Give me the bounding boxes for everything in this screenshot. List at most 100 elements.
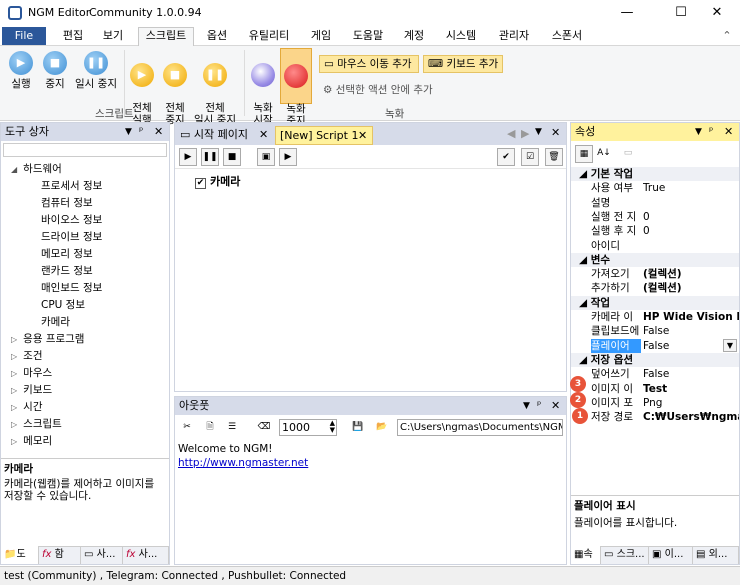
props-tab-2[interactable]: ▣ 이...	[649, 546, 693, 564]
property-pages-icon[interactable]: ▭	[619, 145, 637, 163]
property-row[interactable]: 실행 전 지 0	[571, 210, 739, 224]
run-button[interactable]: ▶ 실행	[6, 51, 36, 90]
pause-all-button[interactable]: ❚❚ 전체 일시 중지	[192, 51, 238, 126]
editor-play-icon[interactable]: ▶	[179, 148, 197, 166]
menu-options[interactable]: 옵션	[202, 28, 232, 46]
menu-file[interactable]: File	[2, 27, 46, 45]
property-row[interactable]: 카메라 이 HP Wide Vision H	[571, 310, 739, 324]
property-section-header[interactable]: ◢ 변수	[571, 252, 739, 267]
toolbox-tree-item[interactable]: 컴퓨터 정보	[41, 195, 93, 211]
keyboard-add-button[interactable]: ⌨ 키보드 추가	[423, 55, 503, 73]
toolbox-tree-item[interactable]: 카메라	[41, 314, 70, 330]
property-row[interactable]: 가져오기 (컬렉션)	[571, 267, 739, 281]
editor-step-next-icon[interactable]: ▶	[279, 148, 297, 166]
list-icon[interactable]: ☰	[223, 419, 241, 437]
toolbox-tree-item[interactable]: ▷ 키보드	[11, 382, 52, 398]
property-row[interactable]: 저장 경로 C:₩Users₩ngma	[571, 410, 739, 424]
property-row[interactable]: 사용 여부 True	[571, 181, 739, 195]
property-row[interactable]: 이미지 포 Png	[571, 396, 739, 410]
collapsed-arrow-icon[interactable]: ▷	[11, 420, 17, 429]
toolbox-tab-3[interactable]: fx 사...	[123, 546, 169, 564]
tab-close-icon[interactable]: ✕	[259, 126, 268, 143]
tools-icon[interactable]: ✂	[178, 419, 196, 437]
folder-icon[interactable]: 📂	[373, 419, 391, 437]
collapsed-arrow-icon[interactable]: ▷	[11, 335, 17, 344]
record-stop-button[interactable]: 녹화 중지	[280, 48, 312, 127]
save-icon[interactable]: 💾	[349, 419, 367, 437]
record-start-button[interactable]: 녹화 시작	[248, 51, 278, 126]
ribbon-collapse-icon[interactable]: ⌃	[720, 28, 734, 46]
tab-start-page[interactable]: ▭ 시작 페이지 ✕	[177, 126, 273, 145]
collapsed-arrow-icon[interactable]: ▷	[11, 403, 17, 412]
toolbox-tab-1[interactable]: fx 함	[39, 546, 81, 564]
toolbox-tree-item[interactable]: ▷ 시간	[11, 399, 42, 415]
property-row[interactable]: 실행 후 지 0	[571, 224, 739, 238]
menu-admin[interactable]: 관리자	[494, 28, 534, 46]
stepper-arrows-icon[interactable]: ▲ ▼	[330, 420, 335, 434]
menu-help[interactable]: 도움말	[350, 28, 386, 46]
props-dropdown-icon[interactable]: ▼	[695, 123, 702, 141]
expanded-arrow-icon[interactable]: ◢	[11, 165, 17, 174]
document-icon[interactable]: 🗎	[201, 419, 219, 437]
toolbox-tab-0[interactable]: 📁도	[1, 546, 39, 564]
editor-stop-icon[interactable]: ■	[223, 148, 241, 166]
toolbox-pin-icon[interactable]: ᵖ	[139, 123, 143, 141]
tab-new-script[interactable]: [New] Script 1 ✕	[275, 126, 373, 145]
toolbox-tree-item[interactable]: 프로세서 정보	[41, 178, 102, 194]
add-selected-button[interactable]: ⚙ 선택한 액션 안에 추가	[323, 82, 433, 97]
editor-delete-icon[interactable]: 🗑	[545, 148, 563, 166]
toolbox-tab-2[interactable]: ▭ 사...	[81, 546, 123, 564]
collapsed-arrow-icon[interactable]: ▷	[11, 352, 17, 361]
collapsed-arrow-icon[interactable]: ▷	[11, 386, 17, 395]
stop-button[interactable]: ■ 중지	[40, 51, 70, 90]
script-line[interactable]: ✔ 카메라	[195, 173, 240, 189]
toolbox-tree-item[interactable]: ◢ 하드웨어	[11, 161, 62, 177]
property-section-header[interactable]: ◢ 기본 작업	[571, 167, 739, 181]
editor-step-icon[interactable]: ▣	[257, 148, 275, 166]
scroll-left-icon[interactable]: ◀	[507, 127, 515, 140]
categorized-icon[interactable]: ▦	[575, 145, 593, 163]
toolbox-tree-item[interactable]: ▷ 조건	[11, 348, 42, 364]
toolbox-close-icon[interactable]: ✕	[154, 123, 163, 141]
props-tab-0[interactable]: ▦속	[571, 546, 601, 564]
collapsed-arrow-icon[interactable]: ▷	[11, 369, 17, 378]
menu-game[interactable]: 게임	[306, 28, 336, 46]
scroll-right-icon[interactable]: ▶	[521, 127, 529, 140]
editor-check-all-icon[interactable]: ☑	[521, 148, 539, 166]
menu-script[interactable]: 스크립트	[138, 27, 194, 47]
toolbox-tree-item[interactable]: 바이오스 정보	[41, 212, 102, 228]
toolbox-tree-item[interactable]: CPU 정보	[41, 297, 85, 313]
property-row[interactable]: 이미지 이 Test	[571, 382, 739, 396]
props-tab-3[interactable]: ▤ 외...	[693, 546, 739, 564]
menu-edit[interactable]: 편집	[58, 28, 88, 46]
output-dropdown-icon[interactable]: ▼	[523, 397, 530, 415]
property-row[interactable]: 추가하기 (컬렉션)	[571, 281, 739, 295]
pause-button[interactable]: ❚❚ 일시 중지	[72, 51, 120, 90]
tab-close-icon[interactable]: ✕	[358, 127, 367, 144]
stop-all-button[interactable]: ■ 전체 중지	[160, 51, 190, 126]
menu-view[interactable]: 보기	[98, 28, 128, 46]
mouse-move-add-button[interactable]: ▭ 마우스 이동 추가	[319, 55, 419, 73]
eraser-icon[interactable]: ⌫	[255, 419, 273, 437]
property-row[interactable]: 플레이어 False ▼	[571, 338, 739, 353]
property-row[interactable]: 덮어쓰기 False	[571, 367, 739, 381]
property-row[interactable]: 클립보드에 False	[571, 324, 739, 338]
menu-system[interactable]: 시스템	[442, 28, 480, 46]
collapsed-arrow-icon[interactable]: ▷	[11, 437, 17, 446]
property-section-header[interactable]: ◢ 작업	[571, 295, 739, 310]
toolbox-tree-item[interactable]: 랜카드 정보	[41, 263, 93, 279]
output-path-input[interactable]: C:\Users\ngmas\Documents\NGM5\	[397, 419, 563, 436]
sort-az-icon[interactable]: A↓	[595, 145, 613, 163]
toolbox-tree-item[interactable]: ▷ 스크립트	[11, 416, 62, 432]
dropdown-icon[interactable]: ▼	[723, 338, 737, 352]
property-row[interactable]: 설명	[571, 196, 739, 210]
toolbox-tree-item[interactable]: 매인보드 정보	[41, 280, 102, 296]
output-link[interactable]: http://www.ngmaster.net	[178, 457, 308, 469]
line-checkbox[interactable]: ✔	[195, 178, 206, 189]
editor-check-icon[interactable]: ✔	[497, 148, 515, 166]
props-close-icon[interactable]: ✕	[724, 123, 733, 141]
menu-sponsor[interactable]: 스폰서	[548, 28, 586, 46]
menu-account[interactable]: 계정	[400, 28, 428, 46]
line-limit-stepper[interactable]: 1000 ▲ ▼	[279, 419, 337, 436]
tab-list-icon[interactable]: ▼	[535, 127, 542, 137]
